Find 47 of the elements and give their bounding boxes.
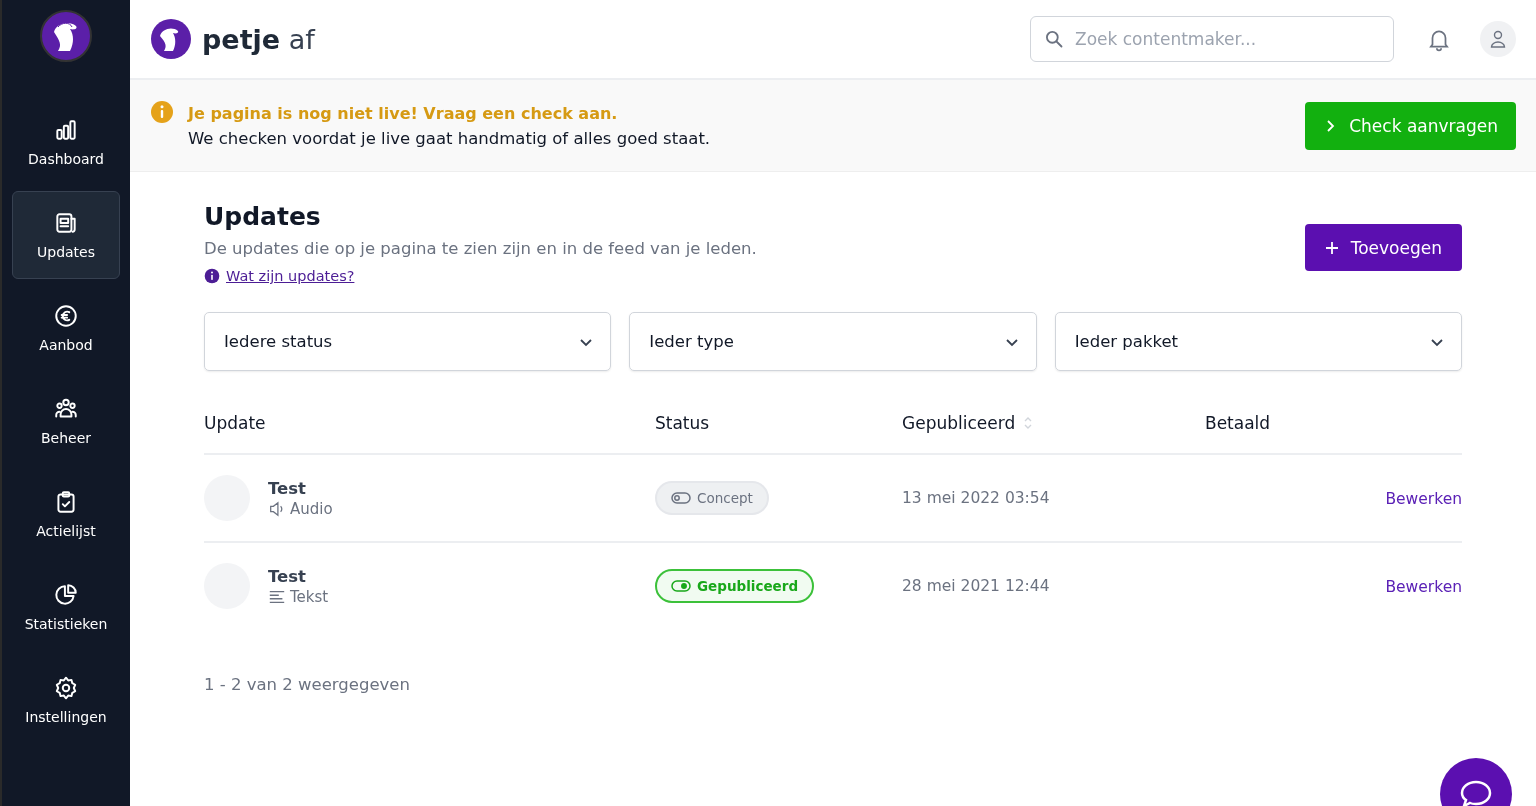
- nav-item[interactable]: Statistieken: [12, 563, 120, 651]
- published-date: 28 mei 2021 12:44: [902, 577, 1051, 595]
- nav-item[interactable]: Instellingen: [12, 656, 120, 744]
- add-button[interactable]: Toevoegen: [1304, 224, 1462, 271]
- plus-icon: [1324, 240, 1339, 255]
- nav-item[interactable]: Aanbod: [12, 284, 120, 372]
- banner-text: We checken voordat je live gaat handmatig of alles goed staat.: [188, 128, 712, 148]
- user-icon: [1490, 30, 1506, 48]
- logo-icon[interactable]: [40, 10, 92, 62]
- search-field[interactable]: Zoek contentmaker...: [1030, 16, 1394, 62]
- nav-item[interactable]: Beheer: [12, 377, 120, 465]
- status-badge: Gepubliceerd: [655, 569, 815, 603]
- column-header: Betaald: [1205, 413, 1272, 433]
- info-icon: [150, 100, 174, 124]
- user-avatar-button[interactable]: [1480, 21, 1516, 57]
- update-title[interactable]: Test: [268, 566, 329, 586]
- toggle-icon: [671, 580, 691, 592]
- column-header[interactable]: Gepubliceerd: [902, 413, 1016, 433]
- edit-link[interactable]: Bewerken: [1385, 489, 1462, 508]
- page-subtitle: De updates die op je pagina te zien zijn en in de feed van je leden.: [204, 239, 757, 258]
- nav-item[interactable]: Actielijst: [12, 470, 120, 558]
- edit-link[interactable]: Bewerken: [1385, 577, 1462, 596]
- settings-icon: [53, 675, 79, 701]
- published-date: 13 mei 2022 03:54: [902, 489, 1051, 507]
- bar-chart-icon: [53, 117, 79, 143]
- brand-logo-icon: [150, 18, 192, 60]
- nav-item[interactable]: Updates: [12, 191, 120, 279]
- brand-name: petje af: [202, 23, 315, 55]
- update-title[interactable]: Test: [268, 478, 333, 498]
- column-header: Update: [204, 413, 267, 433]
- toggle-icon: [671, 492, 691, 504]
- update-type: Audio: [290, 499, 333, 518]
- info-icon: [204, 268, 220, 284]
- help-link[interactable]: Wat zijn updates?: [226, 268, 355, 284]
- filter-dropdown[interactable]: Iedere status: [204, 312, 612, 371]
- column-header: Status: [655, 413, 711, 433]
- update-type: Tekst: [290, 587, 329, 606]
- nav-item[interactable]: Dashboard: [12, 98, 120, 186]
- euro-icon: [53, 303, 79, 329]
- banner-title: Je pagina is nog niet live! Vraag een check aan.: [188, 103, 619, 123]
- filter-dropdown[interactable]: Ieder type: [629, 312, 1037, 371]
- pie-chart-icon: [53, 582, 79, 608]
- page-title: Updates: [204, 202, 322, 231]
- newspaper-icon: [53, 210, 79, 236]
- filter-dropdown[interactable]: Ieder pakket: [1054, 312, 1462, 371]
- status-badge: Concept: [655, 481, 769, 515]
- pagination-text: 1 - 2 van 2 weergegeven: [204, 675, 411, 694]
